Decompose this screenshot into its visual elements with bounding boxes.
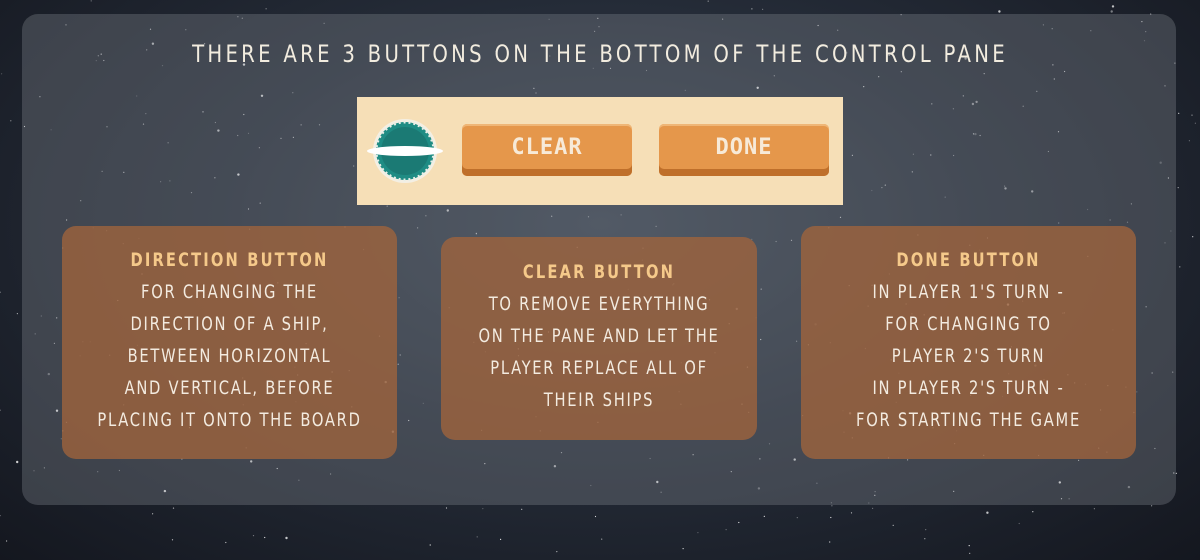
card-line: player 2's turn [891, 345, 1046, 367]
done-button[interactable]: DONE [659, 124, 829, 176]
card-line: for starting the game [856, 409, 1081, 431]
card-line: placing it onto the board [97, 409, 362, 431]
card-line: player replace all of [490, 357, 708, 379]
done-button-card: Done Button In player 1's turn - for cha… [801, 226, 1136, 459]
card-line: between horizontal [127, 345, 332, 367]
card-line: For changing the [141, 281, 318, 303]
card-line: their ships [543, 389, 655, 411]
page-title: There are 3 buttons on the bottom of the… [192, 40, 1008, 68]
ship-direction-icon [367, 119, 443, 183]
control-pane: CLEAR DONE [357, 97, 843, 205]
direction-button[interactable] [367, 116, 443, 186]
card-line: In player 2's turn - [872, 377, 1065, 399]
card-title: Clear Button [522, 261, 676, 283]
card-line: to remove everything [488, 293, 710, 315]
clear-button[interactable]: CLEAR [462, 124, 632, 176]
card-line: direction of a ship, [130, 313, 329, 335]
card-line: and vertical, before [124, 377, 335, 399]
direction-button-card: Direction Button For changing the direct… [62, 226, 397, 459]
card-line: on the pane and let the [478, 325, 720, 347]
clear-button-card: Clear Button to remove everything on the… [441, 237, 757, 440]
card-line: In player 1's turn - [872, 281, 1065, 303]
card-title: Done Button [896, 249, 1041, 271]
card-line: for changing to [885, 313, 1052, 335]
card-title: Direction Button [130, 249, 329, 271]
